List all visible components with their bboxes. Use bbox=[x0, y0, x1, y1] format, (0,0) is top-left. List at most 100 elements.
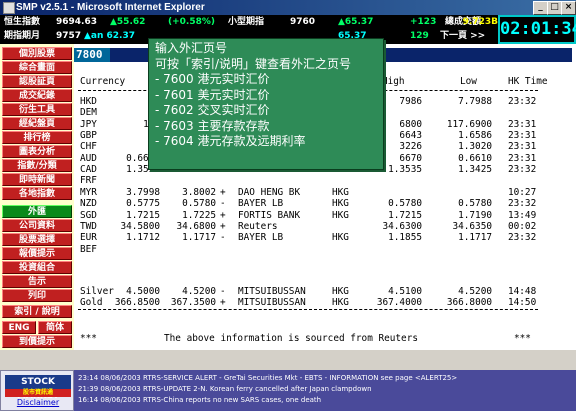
page-code-input[interactable]: 7800 bbox=[74, 48, 110, 62]
lang-simplified-button[interactable]: 简体 bbox=[38, 321, 72, 334]
tooltip-line-hint: 可按「索引/说明」键查看外汇之页号 bbox=[155, 56, 352, 71]
cell-src: BAYER LB bbox=[238, 198, 284, 210]
news-item[interactable]: 23:14 08/06/2003 RTRS-SERVICE ALERT - Gr… bbox=[78, 374, 457, 383]
cell-ind: - bbox=[220, 198, 226, 210]
sidebar-item-rankings[interactable]: 排行榜 bbox=[2, 131, 72, 144]
cell-low: 7.7988 bbox=[458, 96, 492, 107]
sidebar-item-help[interactable]: 索引 / 說明 bbox=[2, 305, 72, 318]
sidebar-item-alerts[interactable]: 報價提示 bbox=[2, 247, 72, 260]
sidebar-item-portfolio[interactable]: 投資組合 bbox=[2, 261, 72, 274]
cell-cur: FRF bbox=[80, 175, 97, 187]
lang-english-button[interactable]: ENG bbox=[2, 321, 36, 334]
sidebar-item-price-alert[interactable]: 到價提示 bbox=[2, 335, 72, 348]
cell-high: 0.5780 bbox=[388, 198, 422, 210]
cell-low: 1.3425 bbox=[458, 164, 492, 176]
cell-high: 34.6300 bbox=[382, 220, 422, 232]
tooltip-line-7604: - 7604 港元存款及远期利率 bbox=[155, 134, 306, 148]
cell-low: 1.6586 bbox=[458, 130, 492, 142]
cell-low: 1.7190 bbox=[458, 209, 492, 221]
sidebar-item-news[interactable]: 即時新聞 bbox=[2, 173, 72, 186]
cell-cur: JPY bbox=[80, 118, 97, 130]
ticker-mini-label: 小型期指 bbox=[228, 17, 265, 27]
clock-display: 02:01:34 bbox=[498, 15, 576, 44]
cell-time: 23:32 bbox=[508, 164, 537, 176]
sidebar-item-company[interactable]: 公司資料 bbox=[2, 219, 72, 232]
sidebar-item-overview[interactable]: 綜合畫面 bbox=[2, 61, 72, 74]
cell-cur: DEM bbox=[80, 107, 97, 119]
app-icon bbox=[3, 2, 15, 14]
cell-ask: 3.8002 bbox=[182, 186, 216, 198]
cell-low: 1.3020 bbox=[458, 141, 492, 153]
cell-cur: SGD bbox=[80, 209, 97, 221]
sidebar-item-charts[interactable]: 圖表分析 bbox=[2, 145, 72, 158]
sidebar-item-warrants[interactable]: 認股証頁 bbox=[2, 75, 72, 88]
cell-cur: HKD bbox=[80, 96, 97, 107]
cell-low: 34.6350 bbox=[452, 220, 492, 232]
window-title-bar: SMP v2.5.1 - Microsoft Internet Explorer… bbox=[0, 0, 576, 15]
cell-src: MITSUIBUSSAN bbox=[238, 286, 306, 297]
cell-cur: BEF bbox=[80, 243, 97, 255]
cell-loc: HKG bbox=[332, 209, 349, 221]
sidebar-item-brokers[interactable]: 經紀盤頁 bbox=[2, 117, 72, 130]
cell-ask: 1.7225 bbox=[182, 209, 216, 221]
minimize-button[interactable]: _ bbox=[533, 1, 548, 15]
cell-ind: - bbox=[220, 232, 226, 244]
header-high: High bbox=[382, 76, 405, 87]
news-item[interactable]: 16:14 08/06/2003 RTRS-China reports no n… bbox=[78, 396, 321, 405]
cell-low: 0.6610 bbox=[458, 152, 492, 164]
news-ticker: 23:14 08/06/2003 RTRS-SERVICE ALERT - Gr… bbox=[74, 370, 576, 411]
cell-time: 14:50 bbox=[508, 297, 537, 309]
ticker-hsi-pct: (+0.58%) bbox=[168, 17, 215, 27]
sidebar-item-quote[interactable]: 個別股票 bbox=[2, 47, 72, 60]
cell-bid: 0.5775 bbox=[126, 198, 160, 210]
sidebar-menu: 個別股票 綜合畫面 認股証頁 成交紀錄 衍生工具 經紀盤頁 排行榜 圖表分析 指… bbox=[0, 44, 74, 350]
cell-ask: 1.1717 bbox=[182, 232, 216, 244]
cell-time: 00:02 bbox=[508, 220, 537, 232]
cell-high: 1.7215 bbox=[388, 209, 422, 221]
news-item[interactable]: 21:39 08/06/2003 RTRS-UPDATE 2-N. Korean… bbox=[78, 385, 372, 394]
close-button[interactable]: × bbox=[561, 1, 576, 15]
cell-src: FORTIS BANK bbox=[238, 209, 301, 221]
maximize-button[interactable]: □ bbox=[547, 1, 562, 15]
sidebar-item-forex[interactable]: 外匯 bbox=[2, 205, 72, 218]
cell-ind: - bbox=[220, 286, 226, 297]
cell-low: 1.1717 bbox=[458, 232, 492, 244]
logo-strip-text: 股市資訊通 bbox=[5, 389, 71, 397]
sidebar-item-derivatives[interactable]: 衍生工具 bbox=[2, 103, 72, 116]
header-currency: Currency bbox=[80, 76, 126, 87]
cell-cur: TWD bbox=[80, 220, 97, 232]
cell-low: 366.8000 bbox=[446, 297, 492, 309]
cell-loc: HKG bbox=[332, 297, 349, 309]
sidebar-item-notice[interactable]: 告示 bbox=[2, 275, 72, 288]
cell-cur: CHF bbox=[80, 141, 97, 153]
cell-time: 23:32 bbox=[508, 198, 537, 210]
sidebar-item-print[interactable]: 列印 bbox=[2, 289, 72, 302]
cell-high: 367.4000 bbox=[376, 297, 422, 309]
cell-ind: + bbox=[220, 297, 226, 309]
cell-bid: 1.7215 bbox=[126, 209, 160, 221]
sidebar-item-world-indices[interactable]: 各地指數 bbox=[2, 187, 72, 200]
sidebar-item-trades[interactable]: 成交紀錄 bbox=[2, 89, 72, 102]
next-page-link[interactable]: 下一頁 >> bbox=[440, 30, 485, 43]
cell-time: 23:32 bbox=[508, 232, 537, 244]
cell-low: 117.6900 bbox=[446, 118, 492, 130]
source-note: The above information is sourced from Re… bbox=[164, 333, 418, 344]
cell-ask: 367.3500 bbox=[170, 297, 216, 309]
cell-high: 4.5100 bbox=[388, 286, 422, 297]
cell-src: BAYER LB bbox=[238, 232, 284, 244]
ticker-futures-label: 期指期月 bbox=[4, 31, 41, 41]
sidebar-item-indices[interactable]: 指數/分類 bbox=[2, 159, 72, 172]
ticker-futures-value: 9757 bbox=[56, 31, 82, 41]
window-title: SMP v2.5.1 - Microsoft Internet Explorer bbox=[16, 2, 205, 13]
logo-brand-text: STOCK MARKET bbox=[5, 375, 71, 401]
cell-cur: AUD bbox=[80, 152, 97, 164]
cell-ask: 0.5780 bbox=[182, 198, 216, 210]
disclaimer-link[interactable]: Disclaimer bbox=[1, 397, 75, 409]
ticker-row2-pct: 129 bbox=[410, 31, 429, 41]
ticker-hsi-change: ▲55.62 bbox=[110, 17, 146, 27]
sidebar-item-screener[interactable]: 股票選擇 bbox=[2, 233, 72, 246]
cell-low: 4.5200 bbox=[458, 286, 492, 297]
cell-ind: + bbox=[220, 220, 226, 232]
tooltip-line-title: 输入外汇页号 bbox=[155, 41, 228, 55]
cell-cur: GBP bbox=[80, 130, 97, 142]
